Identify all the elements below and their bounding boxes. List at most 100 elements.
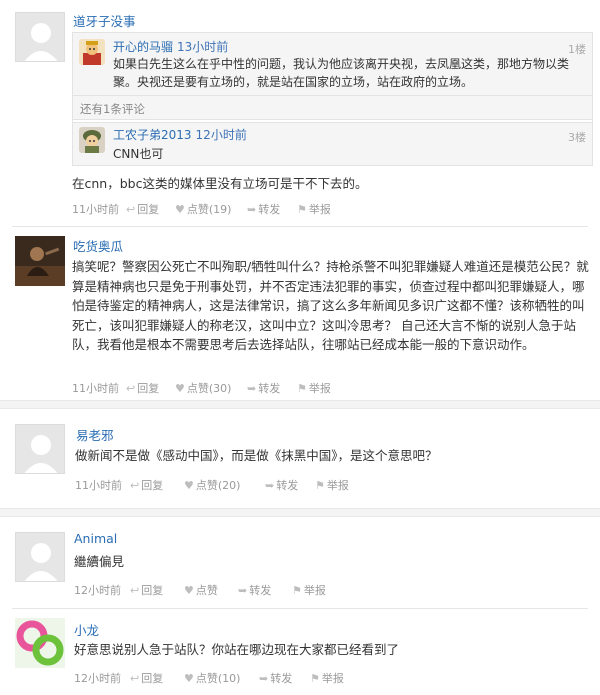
comment-time: 11小时前 [75, 479, 122, 492]
comment-item: 小龙 好意思说别人急于站队？你站在哪边现在大家都已经看到了 12小时前 ↩ 回复 … [0, 610, 600, 695]
reply-label[interactable]: 回复 [137, 382, 159, 395]
comment-time: 12小时前 [74, 672, 121, 685]
avatar[interactable] [15, 532, 65, 582]
share-button[interactable]: ➥ 转发 [238, 582, 271, 598]
report-label[interactable]: 举报 [309, 382, 331, 395]
avatar[interactable] [79, 127, 105, 153]
photo-avatar-icon [15, 236, 65, 286]
share-arrow-icon: ➥ [265, 479, 275, 492]
comment-username[interactable]: 道牙子没事 [73, 11, 136, 30]
report-button[interactable]: ⚑ 举报 [315, 477, 349, 493]
report-label[interactable]: 举报 [322, 672, 344, 685]
comment-actions: 11小时前 ↩ 回复 ♥ 点赞(20) ➥ 转发 ⚑ 举报 [75, 477, 375, 493]
cartoon-avatar-icon [79, 39, 105, 65]
share-arrow-icon: ➥ [247, 382, 257, 395]
heart-icon: ♥ [184, 584, 194, 597]
divider [73, 119, 592, 123]
reply-arrow-icon: ↩ [130, 479, 140, 492]
divider [0, 508, 600, 517]
floor-number: 3楼 [568, 131, 586, 144]
report-label[interactable]: 举报 [309, 203, 331, 216]
like-button[interactable]: ♥ 点赞(10) [184, 670, 240, 686]
report-button[interactable]: ⚑ 举报 [310, 670, 344, 686]
reply-username[interactable]: 开心的马骝 13小时前 [113, 38, 228, 55]
reply-button[interactable]: ↩ 回复 [130, 582, 163, 598]
like-label[interactable]: 点赞(30) [187, 382, 232, 395]
report-button[interactable]: ⚑ 举报 [292, 582, 326, 598]
share-label[interactable]: 转发 [258, 203, 280, 216]
report-label[interactable]: 举报 [327, 479, 349, 492]
like-button[interactable]: ♥ 点赞 [184, 582, 218, 598]
report-icon: ⚑ [310, 672, 320, 685]
comment-item: 易老邪 做新闻不是做《感动中国》，而是做《抹黑中国》，是这个意思吧？ 11小时前… [0, 410, 600, 510]
report-icon: ⚑ [297, 203, 307, 216]
comment-actions: 12小时前 ↩ 回复 ♥ 点赞(10) ➥ 转发 ⚑ 举报 [74, 670, 374, 686]
reply-button[interactable]: ↩ 回复 [126, 201, 159, 217]
heart-icon: ♥ [184, 672, 194, 685]
divider [73, 95, 592, 96]
report-label[interactable]: 举报 [304, 584, 326, 597]
divider [0, 400, 600, 409]
default-avatar-icon [16, 13, 64, 61]
share-arrow-icon: ➥ [247, 203, 257, 216]
report-icon: ⚑ [297, 382, 307, 395]
comment-text: 好意思说别人急于站队？你站在哪边现在大家都已经看到了 [74, 642, 400, 657]
comment-username[interactable]: 小龙 [74, 620, 99, 639]
comment-username[interactable]: 吃货奥瓜 [73, 236, 123, 255]
like-button[interactable]: ♥ 点赞(19) [175, 201, 231, 217]
reply-label[interactable]: 回复 [141, 672, 163, 685]
reply-time: 12小时前 [195, 128, 247, 142]
comment-time: 12小时前 [74, 584, 121, 597]
avatar[interactable] [15, 12, 65, 62]
more-replies-link[interactable]: 还有1条评论 [80, 101, 145, 117]
reply-label[interactable]: 回复 [141, 584, 163, 597]
share-button[interactable]: ➥ 转发 [259, 670, 292, 686]
reply-username-text[interactable]: 开心的马骝 [113, 40, 173, 54]
like-label[interactable]: 点赞(20) [196, 479, 241, 492]
comment-actions: 11小时前 ↩ 回复 ♥ 点赞(19) ➥ 转发 ⚑ 举报 [72, 201, 372, 217]
avatar[interactable] [15, 618, 65, 668]
avatar[interactable] [15, 236, 65, 286]
heart-icon: ♥ [175, 203, 185, 216]
comment-text: 在cnn，bbc这类的媒体里没有立场可是干不下去的。 [72, 176, 368, 191]
like-button[interactable]: ♥ 点赞(20) [184, 477, 240, 493]
reply-button[interactable]: ↩ 回复 [130, 477, 163, 493]
like-button[interactable]: ♥ 点赞(30) [175, 380, 231, 396]
report-button[interactable]: ⚑ 举报 [297, 380, 331, 396]
like-label[interactable]: 点赞 [196, 584, 218, 597]
reply-username-text[interactable]: 工农子弟2013 [113, 128, 192, 142]
share-label[interactable]: 转发 [270, 672, 292, 685]
comment-username[interactable]: 易老邪 [76, 425, 114, 444]
divider [12, 226, 588, 227]
soldier-avatar-icon [79, 127, 105, 153]
avatar[interactable] [15, 424, 65, 474]
reply-arrow-icon: ↩ [126, 203, 136, 216]
heart-icon: ♥ [175, 382, 185, 395]
default-avatar-icon [16, 425, 64, 473]
report-icon: ⚑ [315, 479, 325, 492]
swim-rings-avatar-icon [15, 618, 65, 668]
share-label[interactable]: 转发 [258, 382, 280, 395]
comment-item: 道牙子没事 开心的马骝 13小时前 1楼 如果白先生这么在乎中性的问题，我认为他应… [0, 0, 600, 226]
like-label[interactable]: 点赞(10) [196, 672, 241, 685]
share-button[interactable]: ➥ 转发 [247, 380, 280, 396]
reply-username[interactable]: 工农子弟2013 12小时前 [113, 126, 247, 143]
comment-username[interactable]: Animal [74, 531, 117, 546]
reply-arrow-icon: ↩ [130, 584, 140, 597]
comment-text: 繼續偏見 [74, 554, 125, 569]
reply-label[interactable]: 回复 [137, 203, 159, 216]
avatar[interactable] [79, 39, 105, 65]
reply-thread: 开心的马骝 13小时前 1楼 如果白先生这么在乎中性的问题，我认为他应该离开央视，… [72, 32, 593, 166]
share-button[interactable]: ➥ 转发 [247, 201, 280, 217]
reply-label[interactable]: 回复 [141, 479, 163, 492]
like-label[interactable]: 点赞(19) [187, 203, 232, 216]
reply-text: 如果白先生这么在乎中性的问题，我认为他应该离开央视，去凤凰这类，那地方物以类聚。… [113, 57, 570, 89]
reply-text: CNN也可 [113, 147, 164, 161]
report-button[interactable]: ⚑ 举报 [297, 201, 331, 217]
share-label[interactable]: 转发 [249, 584, 271, 597]
share-button[interactable]: ➥ 转发 [265, 477, 298, 493]
reply-button[interactable]: ↩ 回复 [126, 380, 159, 396]
default-avatar-icon [16, 533, 64, 581]
reply-button[interactable]: ↩ 回复 [130, 670, 163, 686]
share-label[interactable]: 转发 [276, 479, 298, 492]
